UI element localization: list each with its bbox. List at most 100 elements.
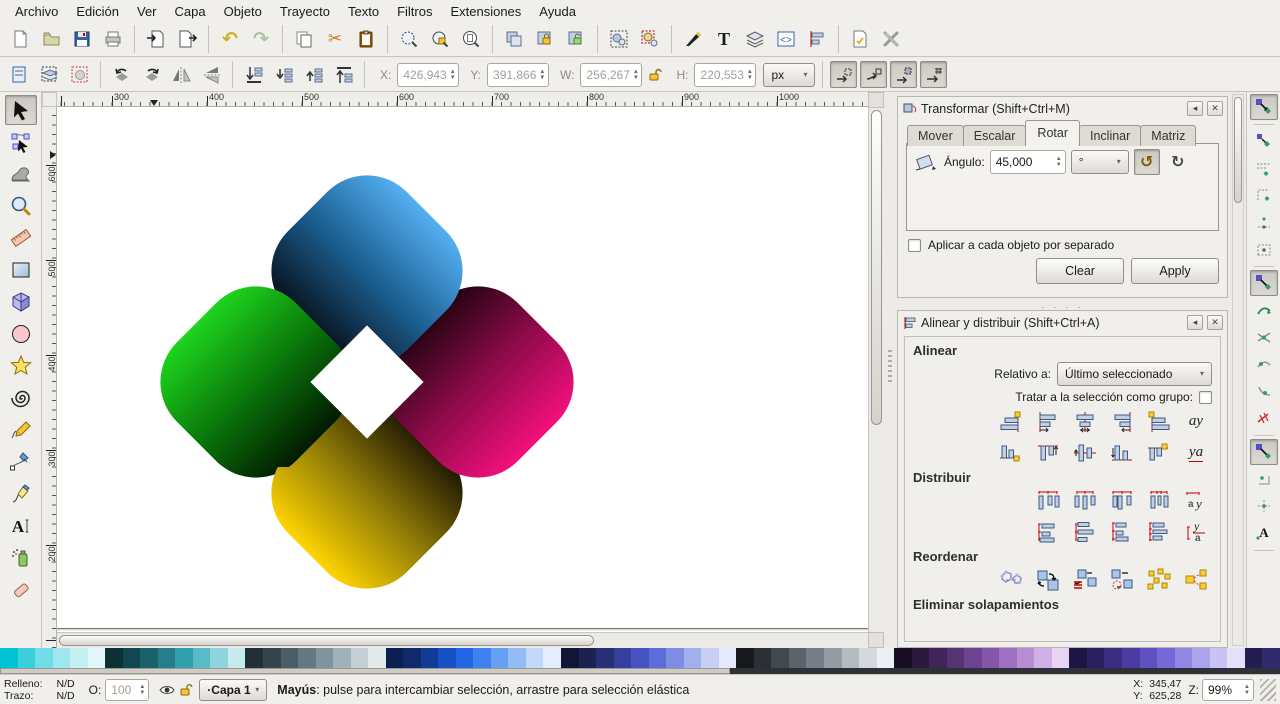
menu-filtros[interactable]: Filtros [388,2,441,21]
palette-swatch[interactable] [596,648,614,668]
menu-archivo[interactable]: Archivo [6,2,67,21]
group-button[interactable] [605,25,633,53]
snap-cusp-node-toggle[interactable] [1250,351,1278,377]
palette-swatch[interactable] [876,648,895,668]
palette-swatch[interactable] [964,648,982,668]
clear-button[interactable]: Clear [1036,258,1124,284]
palette-swatch[interactable] [929,648,947,668]
apply-separately-checkbox[interactable] [908,238,921,252]
eraser-tool[interactable] [5,575,37,605]
save-document-button[interactable] [68,25,96,53]
distribute-left-edges-button[interactable] [1032,487,1064,514]
palette-swatch[interactable] [771,648,789,668]
palette-swatch[interactable] [736,648,754,668]
rotate-ccw-button[interactable] [108,61,135,88]
palette-swatch[interactable] [1104,648,1122,668]
palette-swatch[interactable] [455,648,474,668]
palette-swatch[interactable] [350,648,369,668]
distribute-centers-horizontal-button[interactable] [1069,487,1101,514]
tab-mover[interactable]: Mover [907,125,964,146]
copy-button[interactable] [290,25,318,53]
measure-tool[interactable] [5,223,37,253]
snap-path-intersection-toggle[interactable] [1250,324,1278,350]
palette-swatch[interactable] [561,648,579,668]
ruler-corner[interactable] [42,92,57,107]
palette-swatch[interactable] [315,648,334,668]
distribute-equal-gaps-horizontal-button[interactable] [1143,487,1175,514]
transform-stroke-toggle[interactable] [830,61,858,88]
palette-swatch[interactable] [1051,648,1070,668]
palette-swatch[interactable] [403,648,421,668]
snap-others-toggle[interactable] [1249,439,1278,465]
distribute-bottom-edges-button[interactable] [1106,518,1138,545]
zoom-drawing-button[interactable] [426,25,454,53]
canvas-vertical-scrollbar[interactable] [868,107,884,632]
palette-swatch[interactable] [262,648,281,668]
zoom-tool[interactable] [5,191,37,221]
snap-smooth-node-toggle[interactable] [1250,378,1278,404]
scrollbar-thumb[interactable] [1234,97,1242,203]
align-bottom-to-anchor-top-button[interactable] [995,439,1027,466]
zoom-field[interactable]: 99% ▲ ▼ [1202,678,1254,701]
lower-to-bottom-button[interactable] [240,61,267,88]
new-document-button[interactable] [6,25,34,53]
lower-one-step-button[interactable] [270,61,297,88]
distribute-text-vertical-button[interactable]: ya [1180,518,1212,545]
undo-button[interactable]: ↶ [216,25,244,53]
text-dialog-button[interactable]: T [710,25,738,53]
palette-swatch[interactable] [192,648,211,668]
snap-line-midpoint-toggle[interactable] [1250,405,1278,431]
layer-visibility-icon[interactable] [159,683,175,697]
distribute-text-horizontal-button[interactable]: ay [1180,487,1212,514]
scroll-corner-button[interactable] [868,92,884,108]
snap-bbox-edge-toggle[interactable] [1250,155,1278,181]
palette-swatch[interactable] [1174,648,1193,668]
ungroup-button[interactable] [636,25,664,53]
palette-swatch[interactable] [806,648,824,668]
canvas-horizontal-scrollbar[interactable] [57,632,868,648]
menu-trayecto[interactable]: Trayecto [271,2,339,21]
x-field[interactable]: 426,943 ▲ ▼ [397,62,460,87]
treat-as-group-checkbox[interactable] [1199,390,1212,404]
zoom-page-button[interactable] [457,25,485,53]
star-tool[interactable] [5,351,37,381]
palette-swatch[interactable] [157,648,176,668]
h-field[interactable]: 220,553 ▲ ▼ [694,62,757,87]
palette-swatch[interactable] [105,648,123,668]
layer-combo[interactable]: ·Capa 1 ▾ [199,678,268,701]
palette-swatch[interactable] [52,648,71,668]
dock-scrollbar[interactable] [1232,94,1244,646]
palette-swatch[interactable] [368,648,386,668]
y-field[interactable]: 391,866 ▲ ▼ [487,62,550,87]
palette-swatch[interactable] [894,648,912,668]
palette-swatch[interactable] [122,648,141,668]
palette-swatch[interactable] [227,648,246,668]
tab-rotar[interactable]: Rotar [1025,120,1080,144]
snap-bbox-center-toggle[interactable] [1250,236,1278,262]
dock-resize-handle[interactable] [884,92,897,648]
palette-swatch[interactable] [333,648,351,668]
palette-swatch[interactable] [999,648,1017,668]
palette-swatch[interactable] [298,648,316,668]
palette-swatch[interactable] [946,648,965,668]
align-left-to-anchor-right-button[interactable] [1143,408,1175,435]
palette-swatch[interactable] [718,648,737,668]
palette-swatch[interactable] [438,648,456,668]
print-document-button[interactable] [99,25,127,53]
align-top-to-anchor-bottom-button[interactable] [1143,439,1175,466]
xml-editor-button[interactable]: <> [772,25,800,53]
palette-swatch[interactable] [1122,648,1140,668]
layer-lock-icon[interactable] [179,683,193,697]
horizontal-ruler[interactable]: 300 400 500 600 700 800 900 1000 [57,92,868,107]
selector-tool[interactable] [4,95,37,125]
palette-swatch[interactable] [17,648,36,668]
ellipse-tool[interactable] [5,319,37,349]
select-all-layers-button[interactable] [36,61,63,88]
palette-swatch[interactable] [841,648,860,668]
tab-escalar[interactable]: Escalar [962,125,1027,146]
palette-swatch[interactable] [1069,648,1087,668]
opacity-field[interactable]: 100 ▲ ▼ [105,678,150,701]
graph-layout-button[interactable] [995,566,1027,593]
palette-swatch[interactable] [543,648,561,668]
palette-swatch[interactable] [1034,648,1052,668]
